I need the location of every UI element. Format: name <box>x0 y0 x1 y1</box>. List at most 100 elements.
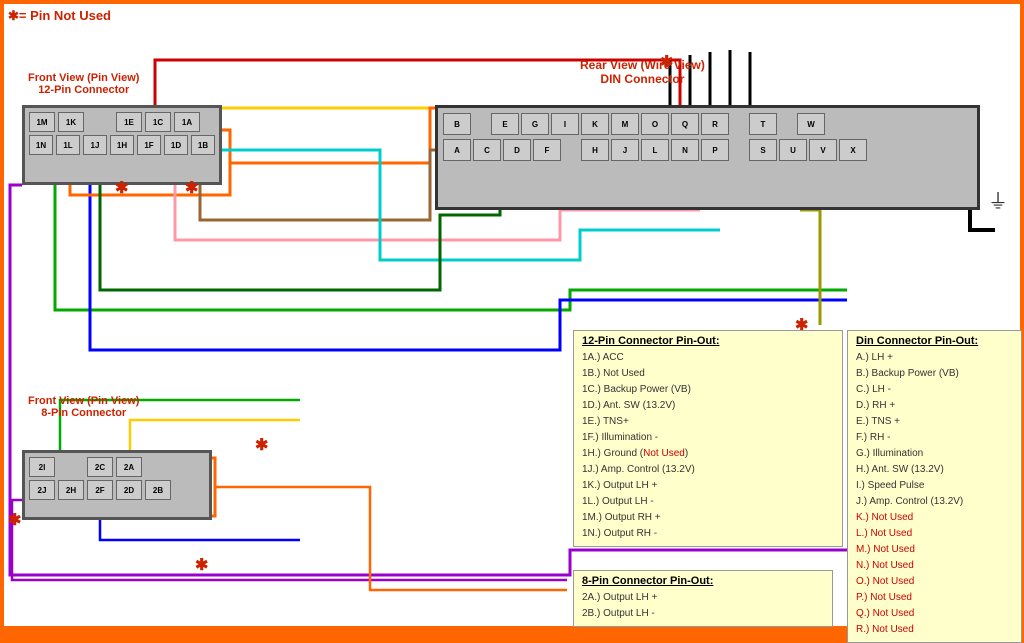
din-X: X <box>839 139 867 161</box>
asterisk-8pin-left: ✱ <box>8 510 21 530</box>
info-12pin-1C: 1C.) Backup Power (VB) <box>582 382 834 398</box>
din-D-label: D.) RH + <box>856 398 1013 414</box>
pin-1B: 1B <box>191 135 215 155</box>
din-V: V <box>809 139 837 161</box>
pin-1F: 1F <box>137 135 161 155</box>
din-space1 <box>473 113 489 135</box>
info-8pin-2A: 2A.) Output LH + <box>582 590 824 606</box>
asterisk-8pin-bottom: ✱ <box>195 555 208 575</box>
pin-2F: 2F <box>87 480 113 500</box>
din-space3 <box>779 113 795 135</box>
asterisk-din-top: ✱ <box>660 52 673 72</box>
din-U: U <box>779 139 807 161</box>
info-8pin: 8-Pin Connector Pin-Out: 2A.) Output LH … <box>573 570 833 627</box>
din-R: R <box>701 113 729 135</box>
din-R-label: R.) Not Used <box>856 622 1013 638</box>
info-12pin-1F: 1F.) Illumination - <box>582 430 834 446</box>
din-H: H <box>581 139 609 161</box>
pin-gap2 <box>58 457 84 477</box>
din-F: F <box>533 139 561 161</box>
pin-1A: 1A <box>174 112 200 132</box>
din-N-label: N.) Not Used <box>856 558 1013 574</box>
din-M-label: M.) Not Used <box>856 542 1013 558</box>
pin-1L: 1L <box>56 135 80 155</box>
din-P-label: P.) Not Used <box>856 590 1013 606</box>
asterisk-12pin-right: ✱ <box>185 178 198 198</box>
din-K: K <box>581 113 609 135</box>
din-J: J <box>611 139 639 161</box>
din-A: A <box>443 139 471 161</box>
din-K-label: K.) Not Used <box>856 510 1013 526</box>
din-W: W <box>797 113 825 135</box>
din-P: P <box>701 139 729 161</box>
pin-1C: 1C <box>145 112 171 132</box>
din-O-label: O.) Not Used <box>856 574 1013 590</box>
front12pin-label-line1: Front View (Pin View) <box>28 72 139 84</box>
info-din-title: Din Connector Pin-Out: <box>856 335 1013 347</box>
din-I: I <box>551 113 579 135</box>
din-O: O <box>641 113 669 135</box>
din-label: Rear View (Wire View) DIN Connector <box>580 58 705 86</box>
info-din: Din Connector Pin-Out: A.) LH + B.) Back… <box>847 330 1022 643</box>
din-M: M <box>611 113 639 135</box>
pin-2B: 2B <box>145 480 171 500</box>
din-L-label: L.) Not Used <box>856 526 1013 542</box>
din-F-label: F.) RH - <box>856 430 1013 446</box>
12pin-connector: 1M 1K 1E 1C 1A 1N 1L 1J 1H 1F 1D 1B <box>22 105 222 185</box>
din-T: T <box>749 113 777 135</box>
din-C: C <box>473 139 501 161</box>
info-12pin-1E: 1E.) TNS+ <box>582 414 834 430</box>
din-Q: Q <box>671 113 699 135</box>
info-8pin-title: 8-Pin Connector Pin-Out: <box>582 575 824 587</box>
din-N: N <box>671 139 699 161</box>
front8pin-label: Front View (Pin View) 8-Pin Connector <box>28 395 139 419</box>
info-12pin: 12-Pin Connector Pin-Out: 1A.) ACC 1B.) … <box>573 330 843 547</box>
info-12pin-1D: 1D.) Ant. SW (13.2V) <box>582 398 834 414</box>
din-connector: B E G I K M O Q R T W A C D F H J L N P <box>435 105 980 210</box>
8pin-connector: 2I 2C 2A 2J 2H 2F 2D 2B <box>22 450 212 520</box>
asterisk-12pin-left: ✱ <box>115 178 128 198</box>
din-label-line1: Rear View (Wire View) <box>580 58 705 72</box>
din-space5 <box>731 139 747 161</box>
front12pin-label-line2: 12-Pin Connector <box>28 84 139 96</box>
din-E: E <box>491 113 519 135</box>
pin-1E: 1E <box>116 112 142 132</box>
info-12pin-1L: 1L.) Output LH - <box>582 494 834 510</box>
pin-2A: 2A <box>116 457 142 477</box>
pin-1H: 1H <box>110 135 134 155</box>
pin-2J: 2J <box>29 480 55 500</box>
info-12pin-1B: 1B.) Not Used <box>582 366 834 382</box>
info-12pin-1A: 1A.) ACC <box>582 350 834 366</box>
din-L: L <box>641 139 669 161</box>
info-12pin-1H: 1H.) Ground (Not Used) <box>582 446 834 462</box>
info-8pin-2B: 2B.) Output LH - <box>582 606 824 622</box>
pin-2C: 2C <box>87 457 113 477</box>
info-12pin-1M: 1M.) Output RH + <box>582 510 834 526</box>
pin-1J: 1J <box>83 135 107 155</box>
info-12pin-1J: 1J.) Amp. Control (13.2V) <box>582 462 834 478</box>
legend-text: ✱= Pin Not Used <box>8 8 111 23</box>
pin-1N: 1N <box>29 135 53 155</box>
din-label-line2: DIN Connector <box>580 72 705 86</box>
din-H-label: H.) Ant. SW (13.2V) <box>856 462 1013 478</box>
pin-gap1 <box>87 112 113 132</box>
info-12pin-1K: 1K.) Output LH + <box>582 478 834 494</box>
ground-symbol: ⏚ <box>988 185 1008 214</box>
pin-2D: 2D <box>116 480 142 500</box>
front8pin-label-line2: 8-Pin Connector <box>28 407 139 419</box>
pin-1D: 1D <box>164 135 188 155</box>
info-12pin-title: 12-Pin Connector Pin-Out: <box>582 335 834 347</box>
main-canvas: ✱= Pin Not Used Front View (Pin View) 12… <box>0 0 1024 630</box>
din-B: B <box>443 113 471 135</box>
din-C-label: C.) LH - <box>856 382 1013 398</box>
pin-2I: 2I <box>29 457 55 477</box>
din-space4 <box>563 139 579 161</box>
legend: ✱= Pin Not Used <box>8 8 111 24</box>
din-I-label: I.) Speed Pulse <box>856 478 1013 494</box>
pin-1K: 1K <box>58 112 84 132</box>
din-Q-label: Q.) Not Used <box>856 606 1013 622</box>
info-12pin-1N: 1N.) Output RH - <box>582 526 834 542</box>
asterisk-8pin-top: ✱ <box>255 435 268 455</box>
din-space2 <box>731 113 747 135</box>
din-B-label: B.) Backup Power (VB) <box>856 366 1013 382</box>
